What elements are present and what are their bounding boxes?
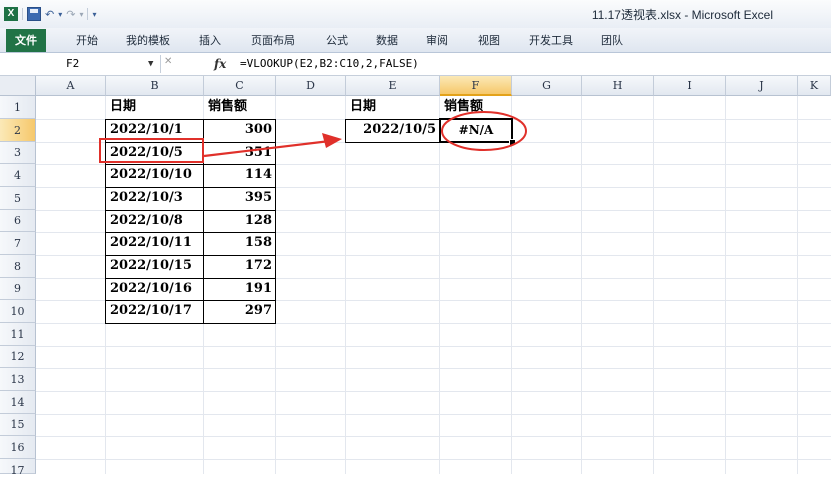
row-header-5[interactable]: 5 — [0, 187, 36, 210]
tab-view[interactable]: 视图 — [472, 32, 506, 50]
undo-dropdown-icon[interactable]: ▾ — [58, 10, 62, 19]
active-cell-selection — [439, 118, 513, 143]
cell-c8-sales[interactable]: 172 — [204, 255, 276, 278]
cell-b3-date[interactable]: 2022/10/5 — [106, 142, 204, 164]
cell-c5-sales[interactable]: 395 — [204, 187, 276, 210]
column-header-d[interactable]: D — [276, 76, 346, 96]
cell-c6-sales[interactable]: 128 — [204, 210, 276, 232]
formula-input[interactable]: =VLOOKUP(E2,B2:C10,2,FALSE) — [240, 55, 419, 73]
toolbar-separator — [22, 8, 23, 20]
insert-function-icon[interactable]: fx — [214, 55, 226, 73]
tab-insert[interactable]: 插入 — [193, 32, 227, 50]
row-header-3[interactable]: 3 — [0, 142, 36, 164]
formula-bar: F2 ▼ ✕ fx =VLOOKUP(E2,B2:C10,2,FALSE) — [0, 53, 831, 76]
name-box-value: F2 — [66, 57, 80, 70]
row-header-14[interactable]: 14 — [0, 391, 36, 414]
row-header-7[interactable]: 7 — [0, 232, 36, 255]
redo-dropdown-icon[interactable]: ▾ — [79, 10, 83, 19]
arrow-head-icon — [322, 133, 342, 148]
row-header-6[interactable]: 6 — [0, 210, 36, 232]
formula-buttons: ✕ fx — [162, 55, 236, 73]
column-header-e[interactable]: E — [346, 76, 440, 96]
cell-b2-date[interactable]: 2022/10/1 — [106, 119, 204, 142]
column-header-j[interactable]: J — [726, 76, 798, 96]
select-all-corner[interactable] — [0, 76, 36, 96]
row-header-11[interactable]: 11 — [0, 323, 36, 346]
cell-b1-header-date[interactable]: 日期 — [106, 96, 204, 119]
cancel-icon[interactable]: ✕ — [164, 56, 172, 67]
row-header-4[interactable]: 4 — [0, 164, 36, 187]
quick-access-toolbar: X ↶ ▾ ↷ ▾ ▾ — [4, 5, 96, 23]
row-header-12[interactable]: 12 — [0, 346, 36, 368]
row-header-1[interactable]: 1 — [0, 96, 36, 119]
row-header-10[interactable]: 10 — [0, 300, 36, 323]
tab-review[interactable]: 审阅 — [420, 32, 454, 50]
row-header-13[interactable]: 13 — [0, 368, 36, 391]
cell-b4-date[interactable]: 2022/10/10 — [106, 164, 204, 187]
row-header-9[interactable]: 9 — [0, 278, 36, 300]
save-icon[interactable] — [27, 7, 41, 21]
cell-b10-date[interactable]: 2022/10/17 — [106, 300, 204, 323]
ribbon-tabs: 文件 开始 我的模板 插入 页面布局 公式 数据 审阅 视图 开发工具 团队 — [0, 28, 831, 53]
column-header-g[interactable]: G — [512, 76, 582, 96]
cell-e1-header-date[interactable]: 日期 — [346, 96, 440, 119]
excel-app-icon[interactable]: X — [4, 7, 18, 21]
tab-developer[interactable]: 开发工具 — [523, 32, 579, 50]
window-title: 11.17透视表.xlsx - Microsoft Excel — [591, 8, 773, 22]
cell-b9-date[interactable]: 2022/10/16 — [106, 278, 204, 300]
cell-c3-sales[interactable]: 351 — [204, 142, 276, 164]
tab-file[interactable]: 文件 — [6, 29, 46, 52]
column-header-b[interactable]: B — [106, 76, 204, 96]
tab-data[interactable]: 数据 — [370, 32, 404, 50]
redo-icon[interactable]: ↷ — [66, 8, 75, 21]
cell-b7-date[interactable]: 2022/10/11 — [106, 232, 204, 255]
row-header-2[interactable]: 2 — [0, 119, 36, 142]
row-header-17[interactable]: 17 — [0, 459, 36, 477]
name-box-dropdown-icon[interactable]: ▼ — [148, 55, 153, 73]
column-header-c[interactable]: C — [204, 76, 276, 96]
customize-toolbar-icon[interactable]: ▾ — [92, 10, 96, 19]
column-header-i[interactable]: I — [654, 76, 726, 96]
fill-handle[interactable] — [509, 139, 516, 146]
tab-my-templates[interactable]: 我的模板 — [120, 32, 176, 50]
row-header-15[interactable]: 15 — [0, 414, 36, 436]
cell-b8-date[interactable]: 2022/10/15 — [106, 255, 204, 278]
cell-c10-sales[interactable]: 297 — [204, 300, 276, 323]
tab-team[interactable]: 团队 — [595, 32, 629, 50]
cell-f1-header-sales[interactable]: 销售额 — [440, 96, 512, 119]
undo-icon[interactable]: ↶ — [45, 8, 54, 21]
tab-formulas[interactable]: 公式 — [320, 32, 354, 50]
toolbar-separator — [87, 8, 89, 20]
cell-c7-sales[interactable]: 158 — [204, 232, 276, 255]
row-header-16[interactable]: 16 — [0, 436, 36, 459]
name-box[interactable]: F2 ▼ — [0, 55, 161, 73]
title-bar: X ↶ ▾ ↷ ▾ ▾ 11.17透视表.xlsx - Microsoft Ex… — [0, 0, 831, 29]
cell-c2-sales[interactable]: 300 — [204, 119, 276, 142]
cell-b6-date[interactable]: 2022/10/8 — [106, 210, 204, 232]
cell-c1-header-sales[interactable]: 销售额 — [204, 96, 276, 119]
column-header-k[interactable]: K — [798, 76, 831, 96]
cell-c9-sales[interactable]: 191 — [204, 278, 276, 300]
column-header-a[interactable]: A — [36, 76, 106, 96]
cell-e2-lookup-date[interactable]: 2022/10/5 — [346, 119, 440, 142]
cell-b5-date[interactable]: 2022/10/3 — [106, 187, 204, 210]
cell-c4-sales[interactable]: 114 — [204, 164, 276, 187]
column-header-f[interactable]: F — [440, 76, 512, 96]
row-header-8[interactable]: 8 — [0, 255, 36, 278]
tab-home[interactable]: 开始 — [70, 32, 104, 50]
column-header-h[interactable]: H — [582, 76, 654, 96]
tab-page-layout[interactable]: 页面布局 — [245, 32, 301, 50]
